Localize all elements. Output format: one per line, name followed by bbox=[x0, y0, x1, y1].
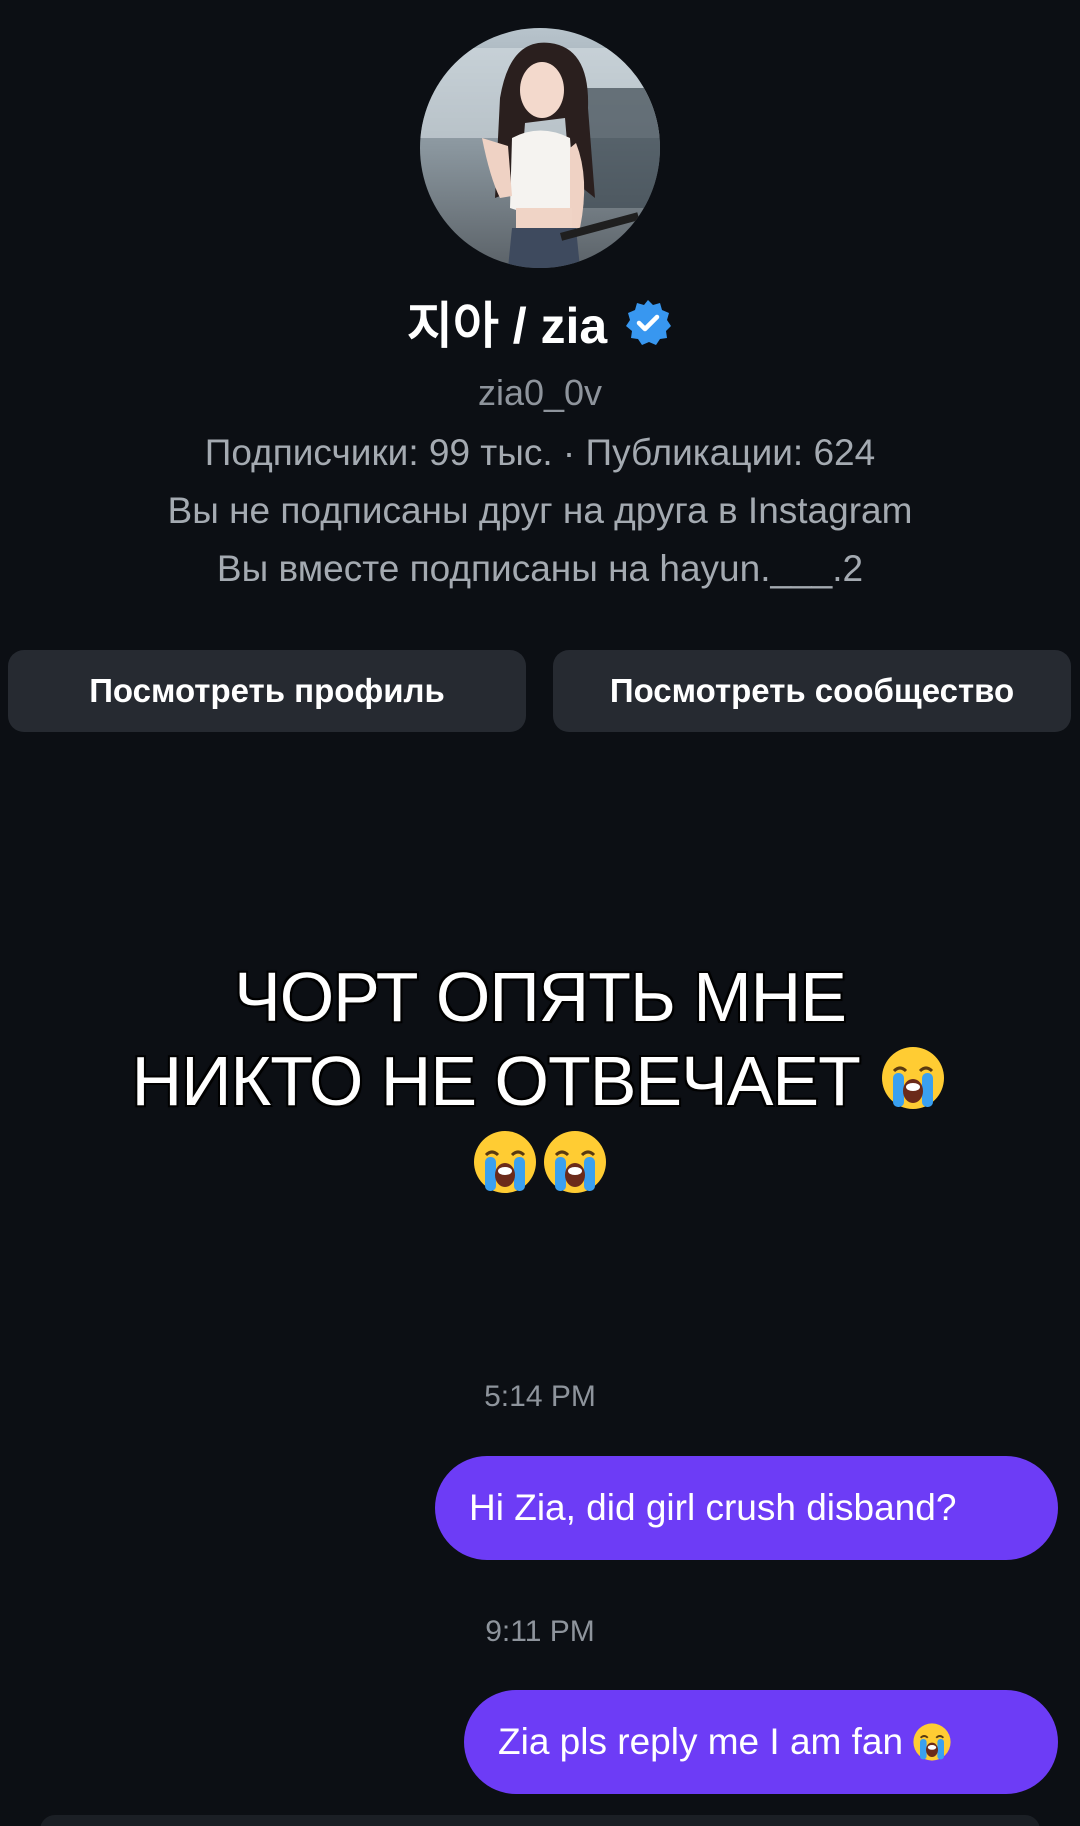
loudly-crying-face-icon bbox=[913, 1723, 951, 1761]
message-timestamp: 5:14 PM bbox=[484, 1380, 596, 1413]
view-profile-button[interactable]: Посмотреть профиль bbox=[8, 650, 526, 732]
loudly-crying-face-icon bbox=[474, 1131, 536, 1193]
message-text: Zia pls reply me I am fan bbox=[498, 1721, 904, 1762]
overlay-line-2-wrap: НИКТО НЕ ОТВЕЧАЕТ bbox=[60, 1039, 1020, 1123]
message-composer[interactable] bbox=[40, 1815, 1040, 1826]
profile-display-name: 지아 / zia bbox=[406, 297, 608, 354]
loudly-crying-face-icon bbox=[882, 1047, 945, 1109]
mutual-follow: Вы вместе подписаны на hayun.___.2 bbox=[216, 548, 864, 589]
loudly-crying-face-icon bbox=[544, 1131, 606, 1193]
overlay-line-2: НИКТО НЕ ОТВЕЧАЕТ bbox=[131, 1042, 861, 1120]
overlay-line-1: ЧОРТ ОПЯТЬ МНЕ bbox=[234, 958, 847, 1036]
overlay-emoji-row bbox=[60, 1123, 1020, 1207]
message-timestamp: 9:11 PM bbox=[485, 1615, 595, 1648]
verified-badge-icon bbox=[626, 299, 672, 345]
overlay-caption: ЧОРТ ОПЯТЬ МНЕ НИКТО НЕ ОТВЕЧАЕТ bbox=[60, 955, 1020, 1207]
profile-avatar[interactable] bbox=[420, 28, 660, 268]
sent-message-bubble[interactable]: Zia pls reply me I am fan bbox=[464, 1690, 1058, 1794]
mutual-status: Вы не подписаны друг на друга в Instagra… bbox=[167, 490, 913, 531]
chat-screen: 지아 / zia zia0_0v Подписчики: 99 тыс. · П… bbox=[0, 0, 1080, 1826]
message-text: Hi Zia, did girl crush disband? bbox=[469, 1487, 957, 1528]
sent-message-bubble[interactable]: Hi Zia, did girl crush disband? bbox=[435, 1456, 1058, 1560]
profile-stats: Подписчики: 99 тыс. · Публикации: 624 bbox=[204, 432, 876, 473]
avatar-photo-icon bbox=[420, 28, 660, 268]
view-community-button[interactable]: Посмотреть сообщество bbox=[553, 650, 1071, 732]
profile-name-row: 지아 / zia bbox=[0, 292, 1080, 356]
profile-username: zia0_0v bbox=[477, 372, 603, 413]
